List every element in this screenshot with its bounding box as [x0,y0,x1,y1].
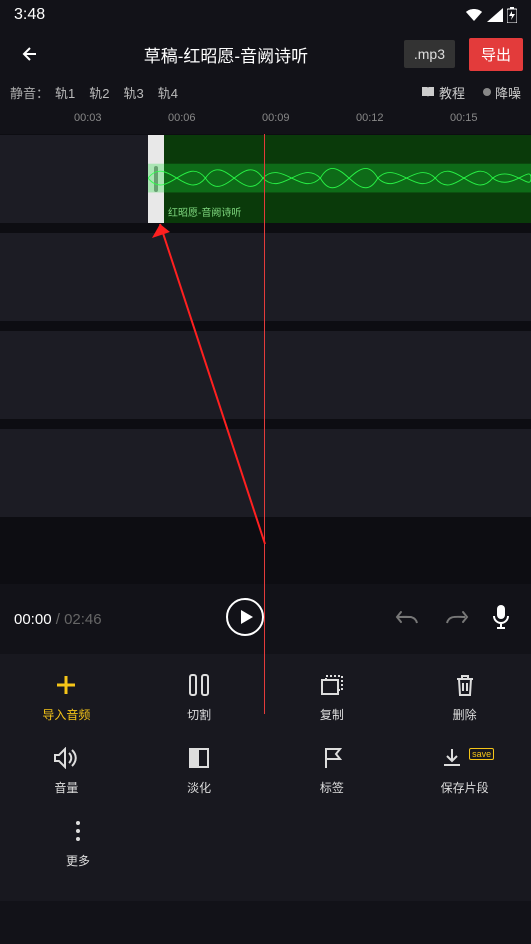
tutorial-label: 教程 [439,83,465,102]
clip-label: 红昭愿-音阙诗听 [168,204,241,219]
plus-icon [55,674,77,696]
trash-icon [455,673,475,697]
undo-icon [395,606,421,628]
ruler-tick: 00:15 [450,112,478,124]
split-button[interactable]: 切割 [159,672,239,723]
current-time: 00:00 [14,611,52,628]
track-toggle-3[interactable]: 轨3 [123,83,143,102]
redo-icon [443,606,469,628]
format-badge[interactable]: .mp3 [404,40,455,68]
volume-icon [53,747,79,769]
back-arrow-icon [16,42,40,66]
flag-icon [322,746,342,770]
save-clip-button[interactable]: save 保存片段 [425,745,505,796]
noise-label: 降噪 [495,83,521,102]
tool-label: 切割 [187,706,211,723]
status-icons [465,7,517,23]
clock: 3:48 [14,6,45,24]
wifi-icon [465,8,483,22]
volume-button[interactable]: 音量 [26,745,106,796]
play-button[interactable] [225,597,265,642]
subheader: 静音： 轨1 轨2 轨3 轨4 教程 降噪 [0,78,531,106]
mic-icon [491,604,511,630]
copy-icon [320,674,344,696]
dot-icon [483,88,491,96]
signal-icon [487,8,503,22]
export-button[interactable]: 导出 [469,38,523,71]
undo-button[interactable] [389,600,427,639]
tool-label: 复制 [320,706,344,723]
back-button[interactable] [8,42,48,66]
mic-button[interactable] [485,598,517,641]
time-ruler[interactable]: 00:03 00:06 00:09 00:12 00:15 [0,106,531,134]
track-row-4[interactable] [0,428,531,518]
mute-label: 静音： [10,83,49,102]
fade-button[interactable]: 淡化 [159,745,239,796]
track-toggle-2[interactable]: 轨2 [89,83,109,102]
play-icon [225,597,265,637]
tutorial-button[interactable]: 教程 [421,83,465,102]
battery-icon [507,7,517,23]
split-icon [188,673,210,697]
track-row-3[interactable] [0,330,531,420]
playhead[interactable] [264,134,265,714]
status-bar: 3:48 [0,0,531,30]
tool-label: 保存片段 [441,779,489,796]
toolbar: 导入音频 切割 复制 删除 音量 淡化 标签 [0,654,531,901]
more-button[interactable]: 更多 [38,818,118,869]
fade-icon [188,747,210,769]
track-toggle-4[interactable]: 轨4 [158,83,178,102]
ruler-tick: 00:06 [168,112,196,124]
ruler-tick: 00:03 [74,112,102,124]
marker-button[interactable]: 标签 [292,745,372,796]
delete-button[interactable]: 删除 [425,672,505,723]
transport-bar: 00:00 / 02:46 [0,584,531,654]
import-audio-button[interactable]: 导入音频 [26,672,106,723]
redo-button[interactable] [437,600,475,639]
tool-label: 更多 [66,852,90,869]
time-display: 00:00 / 02:46 [14,611,102,628]
total-time: 02:46 [64,611,102,628]
tool-label: 标签 [320,779,344,796]
tool-label: 音量 [54,779,78,796]
ruler-tick: 00:12 [356,112,384,124]
track-row-1[interactable]: 红昭愿-音阙诗听 [0,134,531,224]
timeline[interactable]: 红昭愿-音阙诗听 [0,134,531,584]
book-icon [421,86,435,98]
tool-label: 淡化 [187,779,211,796]
audio-clip[interactable]: 红昭愿-音阙诗听 [148,135,531,223]
noise-reduction-button[interactable]: 降噪 [483,83,521,102]
tool-label: 删除 [453,706,477,723]
tool-label: 导入音频 [42,706,90,723]
ruler-tick: 00:09 [262,112,290,124]
copy-button[interactable]: 复制 [292,672,372,723]
save-icon [441,747,463,769]
track-row-2[interactable] [0,232,531,322]
page-title: 草稿-红昭愿-音阙诗听 [56,42,396,67]
save-badge: save [469,748,494,760]
header: 草稿-红昭愿-音阙诗听 .mp3 导出 [0,30,531,78]
more-icon [75,820,81,842]
track-toggle-1[interactable]: 轨1 [55,83,75,102]
